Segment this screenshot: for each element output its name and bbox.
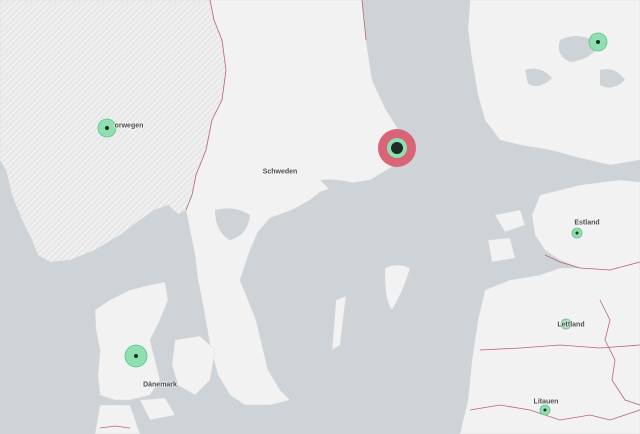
marker-denmark[interactable] <box>124 344 148 368</box>
marker-finland[interactable] <box>588 32 608 52</box>
label-schweden: Schweden <box>262 168 298 176</box>
marker-estonia[interactable] <box>571 227 583 239</box>
marker-stockholm[interactable] <box>378 129 416 167</box>
label-lettland: Lettland <box>557 321 585 329</box>
label-norwegen: orwegen <box>114 122 144 130</box>
marker-lithuania[interactable] <box>539 404 551 416</box>
map-canvas[interactable]: orwegen Schweden Dänemark Estland Lettla… <box>0 0 640 434</box>
marker-layer <box>97 32 608 416</box>
label-litauen: Litauen <box>533 398 559 406</box>
label-daenemark: Dänemark <box>143 381 177 389</box>
marker-oslo-region[interactable] <box>97 118 117 138</box>
label-estland: Estland <box>574 219 600 227</box>
